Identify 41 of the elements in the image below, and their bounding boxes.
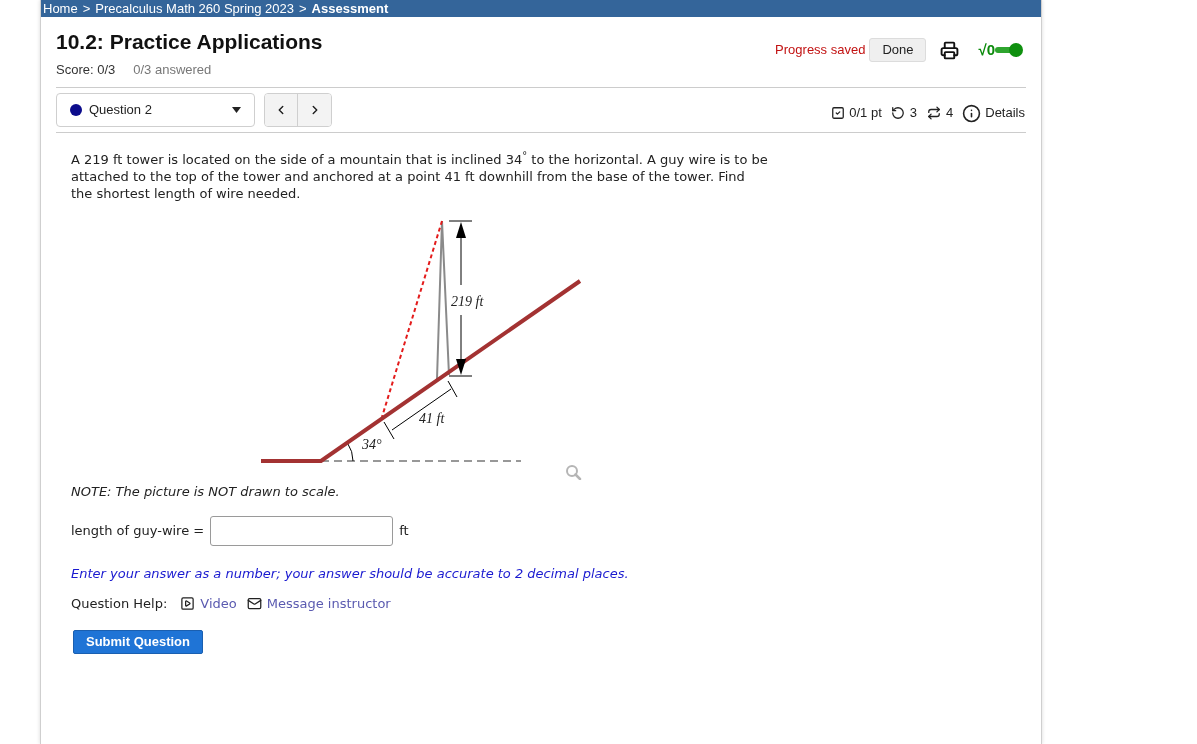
distance-label: 41 ft: [419, 411, 445, 426]
checkbox-icon: [831, 106, 846, 120]
tries-count: 4: [946, 104, 954, 123]
attempts-count: 3: [909, 104, 917, 123]
angle-label: 34°: [362, 437, 382, 452]
breadcrumb-link[interactable]: Precalculus Math 260 Spring 2023: [95, 0, 294, 17]
question-text: A 219 ft tower is located on the side of a mountain that is inclined 34$^{°}$ to the horizontal. A guy wire is to be attached to the top of the tower and anchored at a point 41 ft downhill from the base of the tower. Find the shortest length of wire needed.: [71, 151, 768, 202]
points-text: 0/1 pt: [849, 104, 882, 123]
height-label: 219 ft: [451, 294, 484, 309]
answer-label: length of guy-wire =: [71, 522, 205, 541]
toggle-switch[interactable]: [995, 42, 1023, 58]
repeat-icon: [927, 106, 941, 120]
math-entry-label: √0: [978, 41, 995, 59]
submit-button[interactable]: Submit Question: [73, 630, 203, 654]
previous-button[interactable]: [265, 94, 298, 126]
answered-count: 0/3 answered: [133, 62, 212, 77]
next-button[interactable]: [298, 94, 331, 126]
scale-note: NOTE: The picture is NOT drawn to scale.: [71, 483, 340, 500]
assessment-title: 10.2: Practice Applications: [56, 29, 323, 55]
play-icon: [180, 596, 196, 611]
help-label: Question Help:: [71, 594, 168, 613]
caret-down-icon: [232, 107, 241, 113]
video-link[interactable]: Video: [180, 593, 237, 614]
breadcrumb-current[interactable]: Assessment: [311, 0, 389, 17]
mail-icon: [246, 596, 262, 611]
undo-icon: [890, 106, 905, 120]
info-icon: [962, 103, 982, 123]
breadcrumb-separator: >: [82, 0, 91, 17]
unit-label: ft: [399, 522, 409, 541]
print-icon[interactable]: [940, 40, 960, 60]
answer-hint: Enter your answer as a number; your answer should be accurate to 2 decimal places.: [71, 565, 629, 582]
question-select[interactable]: Question 2: [56, 93, 255, 127]
answer-field[interactable]: [210, 516, 394, 546]
score-text: Score: 0/3: [56, 62, 116, 77]
done-button[interactable]: Done: [869, 38, 927, 62]
details-button[interactable]: Details: [962, 103, 1025, 123]
save-status: Progress saved: [775, 41, 866, 60]
message-link[interactable]: Message instructor: [246, 593, 391, 614]
breadcrumb-link[interactable]: Home: [43, 0, 78, 17]
breadcrumb-separator: >: [299, 0, 307, 17]
magnifier-icon[interactable]: [566, 465, 582, 480]
